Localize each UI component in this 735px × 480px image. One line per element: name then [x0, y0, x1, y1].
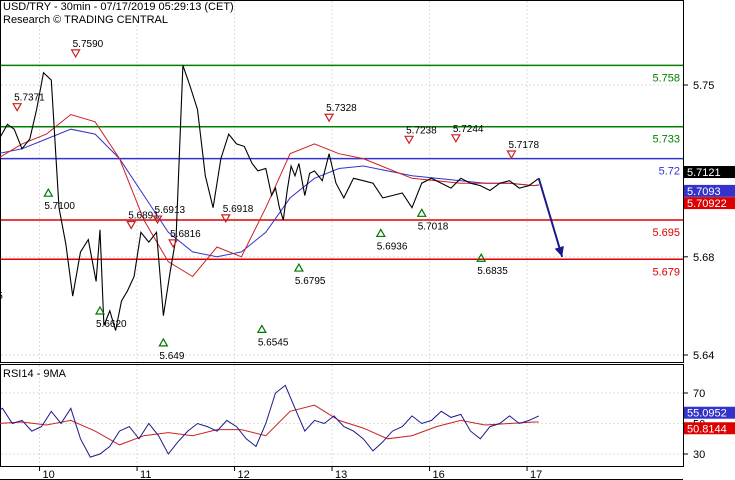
swing-label-5: 5.6620	[96, 319, 127, 330]
price-tag-2: 5.70922	[687, 198, 727, 210]
chart-title: USD/TRY - 30min - 07/17/2019 05:29:13 (C…	[3, 1, 234, 13]
rsi-tag-0: 55.0952	[687, 408, 727, 420]
swing-low-marker-18	[476, 253, 487, 262]
level-label-2: 5.72	[659, 166, 680, 178]
swing-high-marker-10	[220, 214, 231, 224]
x-tick-label-1: 11	[140, 469, 151, 480]
swing-low-marker-11	[256, 324, 267, 334]
level-label-4: 5.679	[652, 266, 680, 278]
swing-low-marker-8	[158, 337, 169, 347]
swing-label-17: 5.7244	[453, 124, 484, 135]
swing-label-7: 5.6913	[155, 205, 186, 216]
swing-label-9: 5.6816	[170, 229, 201, 240]
swing-high-marker-19	[506, 150, 517, 160]
level-label-1: 5.733	[652, 134, 680, 146]
swing-low-marker-14	[375, 228, 386, 238]
price-chart[interactable]: 10 11 12 13 16 17 5.75 5.68 5.64 5.758 5.733 5.72 5.…	[0, 0, 735, 480]
rsi-tag-1: 50.8144	[687, 423, 727, 435]
rsi-panel-title: RSI14 - 9MA	[3, 368, 66, 380]
ma-blue-line	[0, 128, 539, 258]
swing-label-19: 5.7178	[508, 140, 539, 151]
swing-label-2: 5.7371	[14, 93, 45, 104]
swing-label-18: 5.6835	[477, 266, 508, 277]
x-tick-label-3: 13	[335, 469, 347, 480]
swing-low-marker-16	[416, 208, 427, 217]
price-line	[0, 65, 540, 331]
y-tick-label-0: 5.75	[693, 80, 714, 92]
rsi-y-tick-label-2: 30	[693, 449, 705, 461]
x-tick-label-2: 12	[238, 469, 250, 480]
swing-label-15: 5.7238	[406, 125, 437, 136]
swing-label-4: 5.7590	[73, 39, 104, 50]
x-tick-label-0: 10	[43, 469, 55, 480]
swing-label-1: 5.6735	[0, 291, 3, 302]
swing-low-marker-12	[293, 262, 304, 272]
swing-label-12: 5.6795	[295, 276, 326, 287]
x-tick-label-5: 17	[530, 469, 542, 480]
swing-high-marker-2	[12, 103, 23, 112]
swing-label-16: 5.7018	[418, 221, 449, 232]
forecast-arrow-shaft	[537, 177, 564, 258]
y-tick-label-1: 5.68	[693, 252, 714, 264]
swing-label-8: 5.649	[159, 351, 184, 362]
swing-high-marker-9	[168, 239, 179, 249]
y-tick-label-2: 5.64	[693, 350, 714, 362]
x-tick-label-4: 16	[433, 469, 445, 480]
swing-high-marker-6	[126, 220, 137, 230]
swing-high-marker-15	[404, 135, 415, 145]
level-label-0: 5.758	[652, 72, 680, 84]
swing-label-11: 5.6545	[258, 337, 289, 348]
swing-label-10: 5.6918	[223, 204, 254, 215]
price-tag-0: 5.7121	[687, 167, 721, 179]
price-tag-1: 5.7093	[687, 186, 721, 198]
swing-low-marker-3	[43, 187, 54, 197]
swing-label-14: 5.6936	[377, 241, 408, 252]
swing-label-3: 5.7100	[44, 201, 75, 212]
swing-high-marker-17	[450, 134, 461, 144]
swing-label-13: 5.7328	[326, 103, 357, 114]
swing-high-marker-4	[70, 49, 81, 59]
chart-source: Research © TRADING CENTRAL	[3, 14, 168, 26]
level-label-3: 5.695	[652, 227, 680, 239]
rsi-y-tick-label-0: 70	[693, 388, 705, 400]
